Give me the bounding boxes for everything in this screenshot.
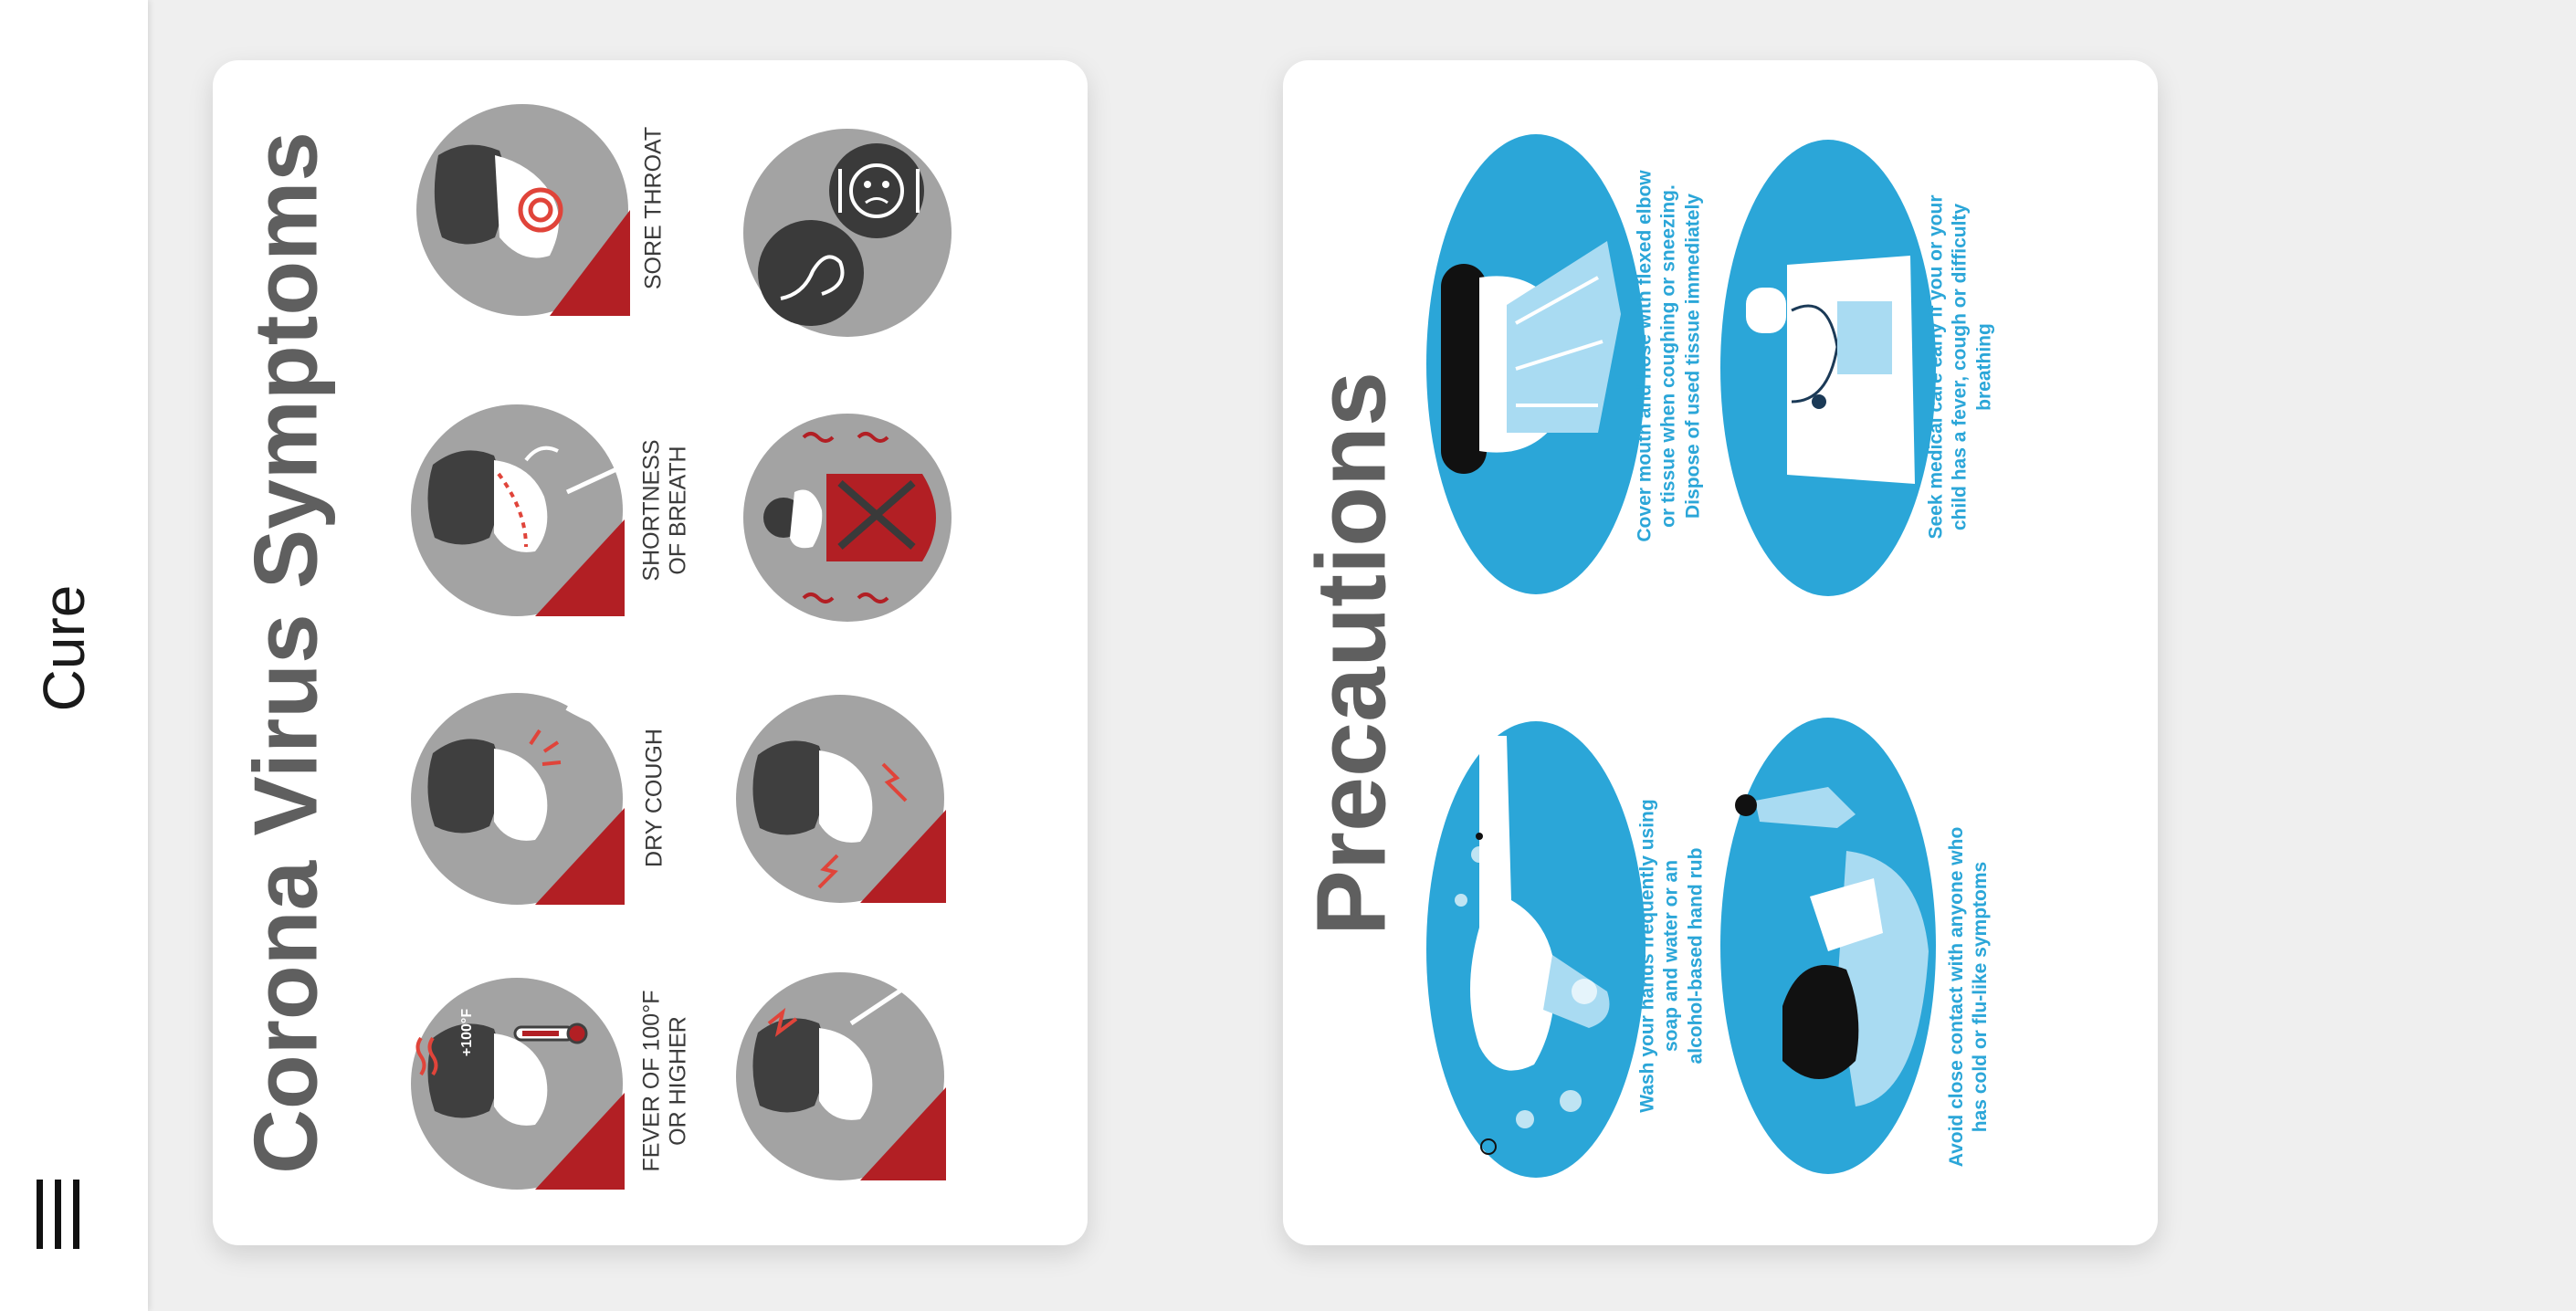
avoid-contact-illustration [1720,718,1936,1174]
symptoms-card[interactable]: Corona Virus Symptoms SORE THROAT SHORTN… [213,60,1088,1245]
wash-hands-illustration [1426,721,1645,1178]
precaution-text-seek-care: Seek medical care early if you or your c… [1925,194,1995,540]
symptoms-title: Corona Virus Symptoms [235,131,336,1174]
symptom-label-shortness-of-breath: SHORTNESS OF BREATH [638,439,690,582]
fever-icon [411,978,625,1190]
app-title: Cure [31,584,97,712]
precautions-title: Precautions [1295,371,1406,937]
headache-icon [736,695,946,903]
symptom-label-sore-throat: SORE THROAT [640,126,667,290]
symptom-label-dry-cough: DRY COUGH [641,729,668,867]
precaution-text-wash-hands: Wash your hands frequently using soap an… [1636,799,1707,1113]
seek-medical-care-illustration [1720,140,1936,596]
precaution-text-cover-mouth: Cover mouth and nose with flexed elbow o… [1634,170,1704,542]
sidebar: Cure [0,0,148,1311]
symptom-label-fever: FEVER OF 100°F OR HIGHER [638,990,690,1172]
shortness-of-breath-icon [411,404,626,616]
body-chills-icon [743,414,952,622]
precautions-card[interactable]: Precautions Cover mouth and nose with fl… [1283,60,2158,1245]
body-ache-icon [736,972,946,1180]
menu-icon[interactable] [31,1176,86,1253]
fever-temp-label: +100°F [458,1008,475,1057]
sore-throat-icon [416,104,630,316]
cover-mouth-illustration [1426,134,1645,594]
loss-of-taste-smell-icon [743,129,952,337]
precaution-text-avoid-contact: Avoid close contact with anyone who has … [1945,826,1991,1168]
dry-cough-icon [411,693,626,905]
